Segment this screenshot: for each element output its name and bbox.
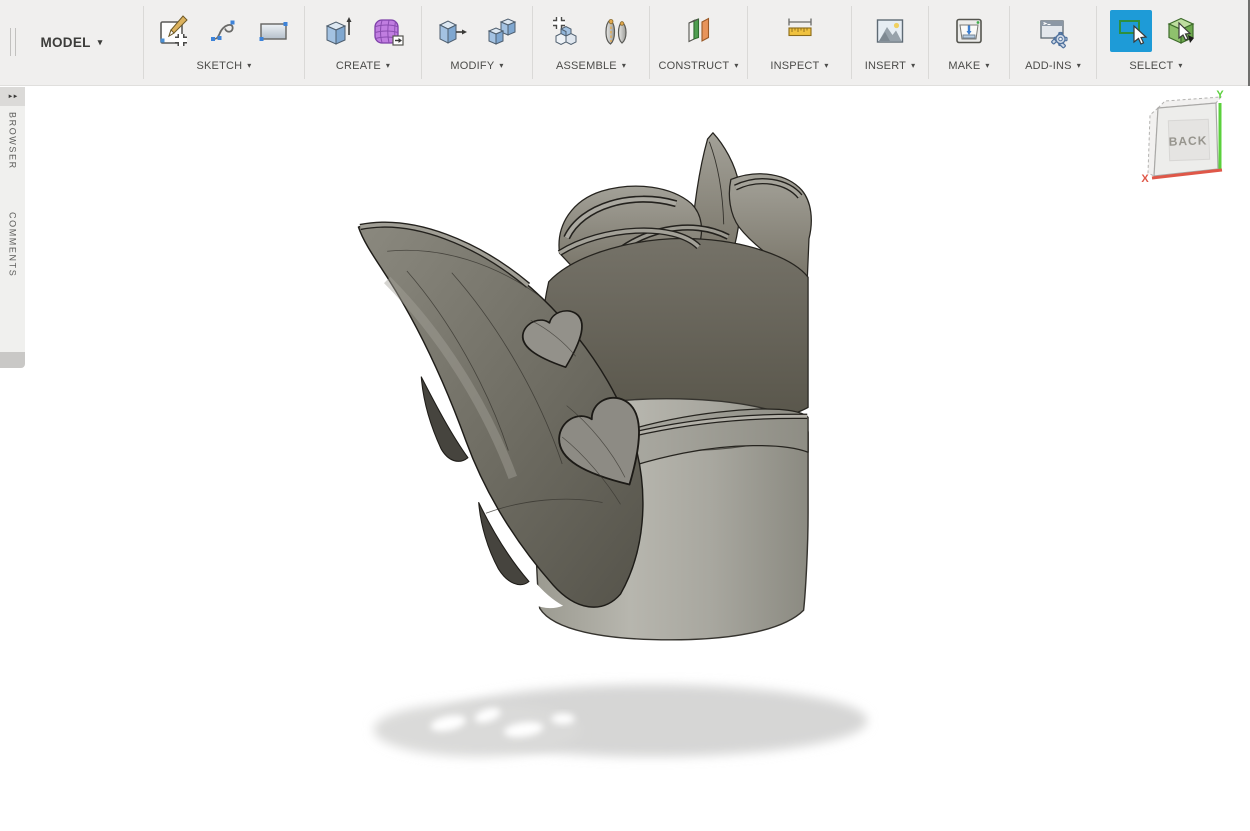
window-select-icon: [1112, 12, 1150, 50]
select-menu[interactable]: SELECT ▾: [1129, 60, 1182, 72]
create-form-button[interactable]: [367, 10, 409, 52]
viewcube[interactable]: BACK Y X: [1138, 89, 1250, 193]
create-sketch-icon: [156, 13, 192, 49]
expand-browser-tab[interactable]: ►►: [0, 87, 25, 106]
combine-button[interactable]: [481, 10, 523, 52]
press-pull-icon: [434, 13, 470, 49]
viewport-canvas[interactable]: BACK Y X: [0, 87, 1250, 831]
select-body-button[interactable]: [1160, 10, 1202, 52]
press-pull-button[interactable]: [431, 10, 473, 52]
window-select-button[interactable]: [1110, 10, 1152, 52]
modify-tools: [431, 5, 523, 57]
rail-resize-cap[interactable]: [0, 352, 25, 368]
sidebar-tab-comments[interactable]: COMMENTS: [8, 212, 18, 277]
assemble-menu[interactable]: ASSEMBLE ▾: [556, 60, 626, 72]
construction-plane-icon: [681, 13, 717, 49]
construction-plane-button[interactable]: [678, 10, 720, 52]
sketch-tools: [153, 5, 295, 57]
spline-button[interactable]: [203, 10, 245, 52]
x-axis-label: X: [1141, 173, 1149, 185]
toolbar-group-addins: ADD-INS ▾: [1010, 0, 1096, 85]
select-tools: [1110, 5, 1202, 57]
collapse-arrows-icon: ►►: [8, 94, 18, 100]
modify-menu[interactable]: MODIFY ▾: [450, 60, 503, 72]
sketch-menu[interactable]: SKETCH ▾: [196, 60, 251, 72]
y-axis-label: Y: [1216, 89, 1224, 101]
caret-down-icon: ▾: [734, 62, 738, 70]
select-cube-icon: [1162, 12, 1200, 50]
create-tools: [317, 5, 409, 57]
toolbar-group-construct: CONSTRUCT ▾: [650, 0, 747, 85]
insert-tools: [869, 5, 911, 57]
ribbon-toolbar: MODEL ▾: [0, 0, 1250, 86]
rose-vase-body[interactable]: [358, 133, 811, 640]
new-component-icon: [548, 13, 584, 49]
viewcube-face-label: BACK: [1168, 133, 1207, 148]
joint-icon: [598, 13, 634, 49]
rectangle-icon: [256, 13, 292, 49]
measure-icon: [782, 13, 818, 49]
addins-tools: [1032, 5, 1074, 57]
caret-down-icon: ▾: [499, 62, 503, 70]
extrude-icon: [320, 13, 356, 49]
inspect-tools: [779, 5, 821, 57]
toolbar-group-make: MAKE ▾: [929, 0, 1009, 85]
toolbar-group-sketch: SKETCH ▾: [144, 0, 304, 85]
new-component-button[interactable]: [545, 10, 587, 52]
caret-down-icon: ▾: [824, 62, 828, 70]
caret-down-icon: ▾: [98, 38, 103, 47]
insert-menu[interactable]: INSERT ▾: [865, 60, 916, 72]
caret-down-icon: ▾: [622, 62, 626, 70]
caret-down-icon: ▾: [911, 62, 915, 70]
caret-down-icon: ▾: [985, 62, 989, 70]
toolbar-group-assemble: ASSEMBLE ▾: [533, 0, 649, 85]
toolbar-group-insert: INSERT ▾: [852, 0, 928, 85]
insert-image-icon: [872, 13, 908, 49]
construct-menu[interactable]: CONSTRUCT ▾: [658, 60, 738, 72]
workspace-switcher: MODEL ▾: [0, 0, 143, 85]
scripts-addins-icon: [1035, 13, 1071, 49]
caret-down-icon: ▾: [1178, 62, 1182, 70]
toolbar-group-modify: MODIFY ▾: [422, 0, 532, 85]
fusion360-window: MODEL ▾: [0, 0, 1250, 831]
create-sketch-button[interactable]: [153, 10, 195, 52]
combine-icon: [484, 13, 520, 49]
workspace-dropdown[interactable]: MODEL ▾: [40, 35, 102, 50]
extrude-button[interactable]: [317, 10, 359, 52]
toolbar-group-create: CREATE ▾: [305, 0, 421, 85]
3d-print-button[interactable]: [948, 10, 990, 52]
make-tools: [948, 5, 990, 57]
make-menu[interactable]: MAKE ▾: [948, 60, 989, 72]
construct-tools: [678, 5, 720, 57]
left-panel-rail: ►► BROWSER COMMENTS: [0, 87, 25, 352]
toolbar-group-inspect: INSPECT ▾: [748, 0, 851, 85]
caret-down-icon: ▾: [386, 62, 390, 70]
toolbar-group-select: SELECT ▾: [1097, 0, 1215, 85]
measure-button[interactable]: [779, 10, 821, 52]
joint-button[interactable]: [595, 10, 637, 52]
insert-image-button[interactable]: [869, 10, 911, 52]
inspect-menu[interactable]: INSPECT ▾: [770, 60, 828, 72]
spline-icon: [206, 13, 242, 49]
rose-vase-model[interactable]: [0, 87, 1250, 831]
model-shadow: [374, 685, 868, 757]
sidebar-tab-browser[interactable]: BROWSER: [8, 112, 18, 170]
workspace-label: MODEL: [40, 35, 90, 50]
toolbar-drag-handle[interactable]: [10, 28, 16, 56]
form-icon: [370, 13, 406, 49]
addins-menu[interactable]: ADD-INS ▾: [1025, 60, 1081, 72]
caret-down-icon: ▾: [1077, 62, 1081, 70]
create-menu[interactable]: CREATE ▾: [336, 60, 390, 72]
rectangle-button[interactable]: [253, 10, 295, 52]
assemble-tools: [545, 5, 637, 57]
3d-printer-icon: [951, 13, 987, 49]
caret-down-icon: ▾: [247, 62, 251, 70]
scripts-addins-button[interactable]: [1032, 10, 1074, 52]
